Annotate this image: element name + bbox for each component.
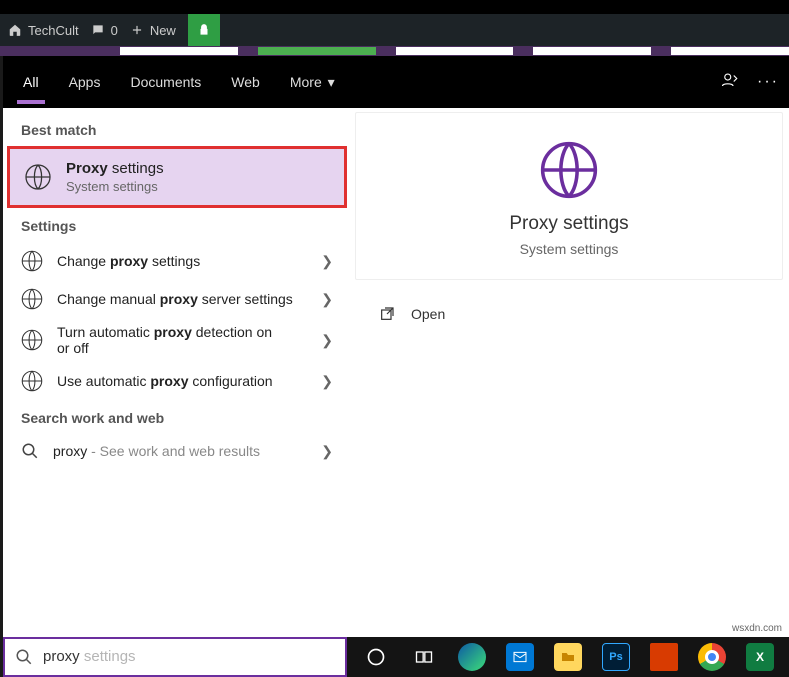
settings-item-label: Turn automatic proxy detection on or off: [57, 324, 287, 356]
globe-icon: [19, 286, 45, 312]
window-top-strip: [0, 0, 789, 14]
options-button[interactable]: ···: [757, 73, 779, 91]
preview-globe-icon: [538, 139, 600, 201]
chevron-right-icon: ❯: [321, 373, 333, 390]
section-best-match: Best match: [7, 112, 347, 146]
taskbar-chrome[interactable]: [691, 637, 733, 677]
lock-icon: [197, 23, 211, 37]
filter-more[interactable]: More ▾: [286, 60, 339, 105]
admin-site-label: TechCult: [28, 23, 79, 38]
preview-pane: Proxy settings System settings Open: [355, 112, 785, 633]
web-search-label: proxy - See work and web results: [53, 443, 260, 459]
taskbar-file-explorer[interactable]: [547, 637, 589, 677]
admin-new[interactable]: New: [130, 23, 176, 38]
taskbar: Ps X: [347, 637, 789, 677]
taskbar-office[interactable]: [643, 637, 685, 677]
filter-all[interactable]: All: [19, 60, 43, 104]
admin-lock[interactable]: [188, 14, 220, 46]
chevron-right-icon: ❯: [321, 332, 333, 349]
web-search-item[interactable]: proxy - See work and web results ❯: [7, 434, 347, 468]
admin-site[interactable]: TechCult: [8, 23, 79, 38]
watermark: wsxdn.com: [729, 622, 785, 635]
thumb: [120, 47, 238, 55]
settings-item-label: Change proxy settings: [57, 253, 200, 269]
filter-web[interactable]: Web: [227, 60, 264, 104]
globe-icon: [19, 368, 45, 394]
search-panel: All Apps Documents Web More ▾ ··· Best m…: [3, 56, 789, 637]
settings-item[interactable]: Use automatic proxy configuration ❯: [7, 362, 347, 400]
filter-more-label: More: [290, 74, 322, 90]
admin-bar: TechCult 0 New: [0, 14, 789, 46]
section-search-web: Search work and web: [7, 400, 347, 434]
thumb: [258, 47, 376, 55]
best-match-title: Proxy settings: [66, 159, 164, 179]
preview-title: Proxy settings: [366, 213, 772, 235]
chevron-right-icon: ❯: [321, 443, 333, 460]
cortana-icon[interactable]: [355, 637, 397, 677]
search-icon: [15, 648, 33, 666]
chevron-right-icon: ❯: [321, 253, 333, 270]
chevron-down-icon: ▾: [328, 74, 335, 91]
taskbar-edge[interactable]: [451, 637, 493, 677]
settings-item[interactable]: Change manual proxy server settings ❯: [7, 280, 347, 318]
home-icon: [8, 23, 22, 37]
taskbar-excel[interactable]: X: [739, 637, 781, 677]
filter-documents[interactable]: Documents: [126, 60, 205, 104]
task-view-icon[interactable]: [403, 637, 445, 677]
comment-icon: [91, 23, 105, 37]
open-label: Open: [411, 306, 445, 322]
filter-apps[interactable]: Apps: [65, 60, 105, 104]
globe-icon: [19, 327, 45, 353]
best-match-sub: System settings: [66, 179, 164, 196]
globe-icon: [22, 161, 54, 193]
search-box[interactable]: proxy settings: [3, 637, 347, 677]
search-icon: [21, 442, 39, 460]
taskbar-mail[interactable]: [499, 637, 541, 677]
feedback-icon[interactable]: [721, 71, 739, 94]
search-input[interactable]: [43, 648, 335, 665]
thumb: [533, 47, 651, 55]
chevron-right-icon: ❯: [321, 291, 333, 308]
open-icon: [379, 306, 395, 322]
results-list: Best match Proxy settings System setting…: [7, 112, 347, 633]
settings-item[interactable]: Turn automatic proxy detection on or off…: [7, 318, 347, 362]
best-match-item[interactable]: Proxy settings System settings: [7, 146, 347, 208]
thumb: [396, 47, 514, 55]
settings-item-label: Change manual proxy server settings: [57, 291, 293, 307]
preview-sub: System settings: [366, 241, 772, 257]
thumb: [671, 47, 789, 55]
taskbar-photoshop[interactable]: Ps: [595, 637, 637, 677]
filter-bar: All Apps Documents Web More ▾ ···: [3, 56, 789, 108]
settings-item-label: Use automatic proxy configuration: [57, 373, 273, 389]
open-action[interactable]: Open: [377, 300, 763, 328]
plus-icon: [130, 23, 144, 37]
globe-icon: [19, 248, 45, 274]
admin-comments[interactable]: 0: [91, 23, 118, 38]
admin-comments-count: 0: [111, 23, 118, 38]
preview-card: Proxy settings System settings: [355, 112, 783, 280]
taskbar-thumbnails: [0, 46, 789, 56]
section-settings: Settings: [7, 208, 347, 242]
admin-new-label: New: [150, 23, 176, 38]
settings-item[interactable]: Change proxy settings ❯: [7, 242, 347, 280]
